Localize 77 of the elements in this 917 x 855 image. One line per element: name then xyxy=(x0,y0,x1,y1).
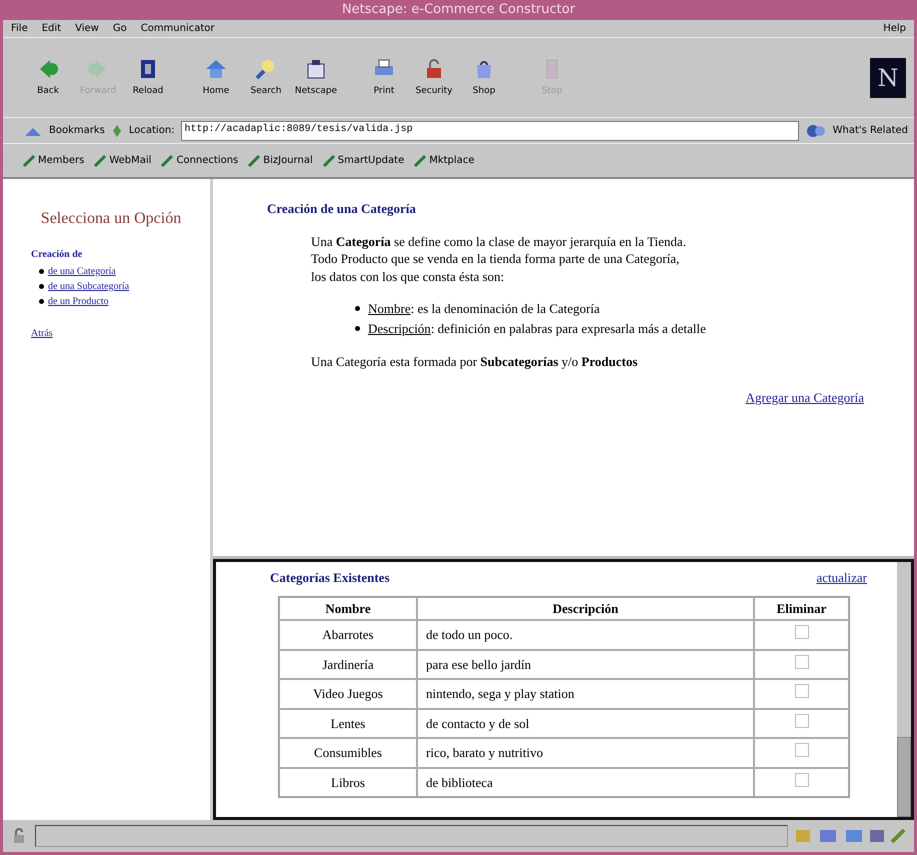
toolbar-button[interactable]: Search xyxy=(241,56,291,98)
component-bar-drawing[interactable] xyxy=(796,827,906,845)
bookmark-link[interactable]: Connections xyxy=(161,153,238,168)
table-cell: Libros xyxy=(279,768,417,797)
toolbar-button[interactable]: Back xyxy=(23,56,73,98)
netscape-logo: N xyxy=(870,58,906,98)
lock-icon xyxy=(11,828,27,844)
table-cell: Abarrotes xyxy=(279,620,417,650)
column-header: Eliminar xyxy=(754,596,849,620)
table-cell: de contacto y de sol xyxy=(417,708,754,738)
bookmark-link[interactable]: Mktplace xyxy=(414,153,474,168)
menu-item[interactable]: Go xyxy=(112,21,127,36)
refresh-link[interactable]: actualizar xyxy=(816,568,867,588)
bookmarks-button[interactable]: Bookmarks xyxy=(49,123,105,138)
table-cell: Video Juegos xyxy=(279,679,417,708)
pen-icon xyxy=(414,154,426,166)
bullet-icon xyxy=(39,269,44,274)
delete-checkbox[interactable] xyxy=(794,772,808,786)
sidebar-title: Selecciona un Opción xyxy=(40,209,182,229)
column-header: Nombre xyxy=(279,596,417,620)
delete-checkbox[interactable] xyxy=(794,654,808,668)
bookmark-link[interactable]: BizJournal xyxy=(248,153,313,168)
add-category-link[interactable]: Agregar una Categoría xyxy=(746,390,864,405)
related-icon[interactable] xyxy=(804,122,827,138)
sidebar-link[interactable]: de una Subcategoría xyxy=(48,279,130,294)
field-definition: Descripción: definición en palabras para expresarla más a detalle xyxy=(368,320,706,338)
bullet-icon xyxy=(355,326,360,331)
table-cell: Consumibles xyxy=(279,738,417,768)
toolbar-button[interactable]: Home xyxy=(191,56,241,98)
location-icon xyxy=(110,124,123,138)
url-field[interactable]: http://acadaplic:8089/tesis/valida.jsp xyxy=(180,120,799,140)
table-cell: nintendo, sega y play station xyxy=(417,679,754,708)
sidebar-link[interactable]: de un Producto xyxy=(48,294,109,309)
window-title: Netscape: e-Commerce Constructor xyxy=(342,1,576,20)
whats-related-button[interactable]: What's Related xyxy=(832,123,908,138)
table-cell: Lentes xyxy=(279,708,417,738)
table-cell: para ese bello jardín xyxy=(417,650,754,679)
toolbar-button[interactable]: Shop xyxy=(459,56,509,98)
sidebar-link[interactable]: de una Categoría xyxy=(48,264,116,279)
bullet-icon xyxy=(355,306,360,312)
menu-item[interactable]: Communicator xyxy=(140,21,215,36)
intro-paragraph: Una Categoría se define como la clase de mayor jerarquía en la Tienda. Todo Producto que se venda en la tienda forma parte de una Categoría, los datos con los que consta ésta son: xyxy=(311,232,688,286)
pen-icon xyxy=(23,154,35,166)
toolbar-button[interactable]: Netscape xyxy=(291,56,341,98)
pen-icon xyxy=(161,154,174,166)
table-cell: de todo un poco. xyxy=(417,620,754,650)
field-definition: Nombre: es la denominación de la Categoría xyxy=(368,300,600,318)
note-text: Una Categoría esta formada por Subcategorías y/o Productos xyxy=(311,353,639,372)
location-label: Location: xyxy=(128,124,175,138)
scrollbar[interactable] xyxy=(897,562,911,817)
back-link[interactable]: Atrás xyxy=(31,328,53,339)
bookmark-link[interactable]: WebMail xyxy=(94,153,152,168)
menu-item[interactable]: View xyxy=(75,21,99,36)
delete-checkbox[interactable] xyxy=(794,684,808,698)
pen-icon xyxy=(248,154,260,166)
bullet-icon xyxy=(39,299,44,304)
sidebar-heading: Creación de xyxy=(31,248,84,262)
menu-item[interactable]: Edit xyxy=(42,21,62,36)
table-cell: Jardinería xyxy=(279,650,417,679)
pen-icon xyxy=(94,154,106,166)
toolbar-button[interactable]: Security xyxy=(409,56,459,98)
bookmark-link[interactable]: Members xyxy=(23,153,84,168)
delete-checkbox[interactable] xyxy=(794,743,808,757)
table-cell: rico, barato y nutritivo xyxy=(417,738,754,768)
column-header: Descripción xyxy=(417,596,754,620)
toolbar-button[interactable]: Print xyxy=(359,56,409,98)
section-title: Creación de una Categoría xyxy=(267,200,417,218)
menu-item[interactable]: File xyxy=(11,21,28,36)
bullet-icon xyxy=(39,284,44,289)
bookmark-link[interactable]: SmartUpdate xyxy=(322,153,404,168)
delete-checkbox[interactable] xyxy=(794,714,808,728)
delete-checkbox[interactable] xyxy=(794,625,808,639)
toolbar-button[interactable]: Reload xyxy=(123,56,173,98)
pen-icon xyxy=(322,154,335,166)
menu-item[interactable]: Help xyxy=(883,21,906,36)
table-cell: de biblioteca xyxy=(417,768,754,797)
section-title: Categorías Existentes xyxy=(270,569,390,587)
